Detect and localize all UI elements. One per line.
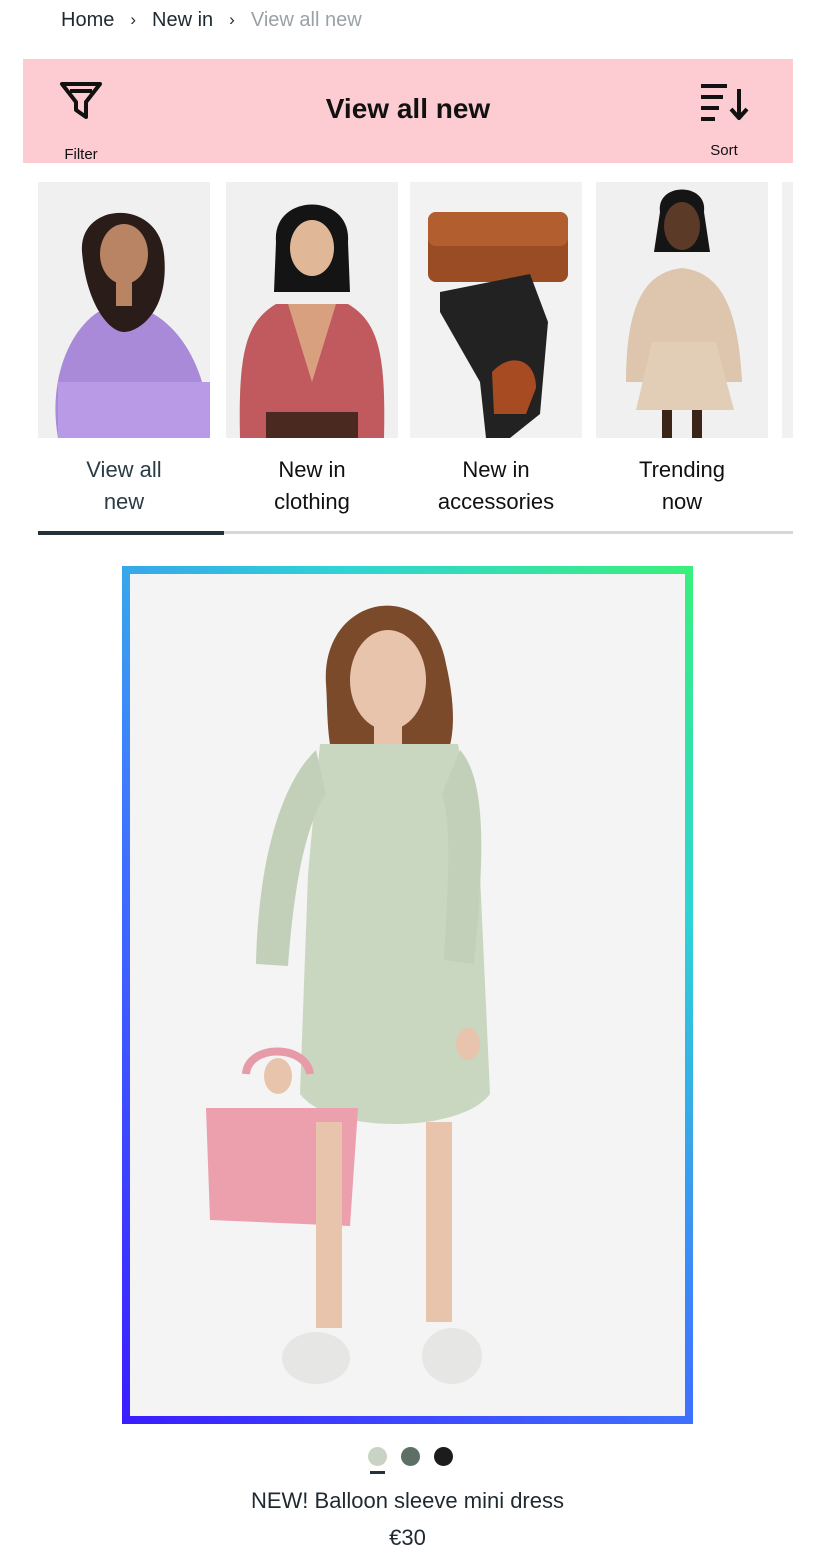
product-card[interactable]: [122, 566, 693, 1424]
breadcrumb-separator: ›: [229, 10, 235, 29]
category-new-in-accessories[interactable]: New in accessories: [410, 182, 582, 518]
swatch-sage[interactable]: [368, 1447, 387, 1474]
category-carousel[interactable]: View all new New in clothing New in acce…: [38, 182, 793, 522]
category-trending-now[interactable]: Trending now: [596, 182, 768, 518]
filter-label: Filter: [64, 146, 98, 163]
swatch-black[interactable]: [434, 1447, 453, 1466]
category-label: New in accessories: [437, 457, 555, 514]
category-next-peek[interactable]: [782, 182, 793, 438]
category-label: New in clothing: [274, 457, 350, 514]
product-price: €30: [389, 1525, 426, 1550]
category-label: Trending now: [638, 457, 725, 514]
sort-arrow-icon: [699, 81, 749, 128]
carousel-scroll-indicator[interactable]: [38, 531, 224, 535]
breadcrumb: Home › New in › View all new: [61, 5, 362, 35]
sort-label: Sort: [710, 142, 738, 159]
sort-button[interactable]: Sort: [694, 81, 754, 159]
category-view-all-new[interactable]: View all new: [38, 182, 210, 518]
breadcrumb-new-in-link[interactable]: New in: [152, 9, 213, 32]
category-image: [38, 182, 210, 438]
category-image: [596, 182, 768, 438]
product-image[interactable]: [130, 574, 685, 1416]
category-label: View all new: [86, 457, 162, 514]
product-name[interactable]: NEW! Balloon sleeve mini dress: [0, 1488, 815, 1514]
breadcrumb-separator: ›: [130, 10, 137, 29]
category-image: [226, 182, 398, 438]
listing-header: Filter View all new Sort: [23, 59, 793, 163]
breadcrumb-current: View all new: [250, 8, 362, 31]
page-title: View all new: [325, 93, 491, 124]
color-swatches: [368, 1447, 453, 1474]
category-image: [410, 182, 582, 438]
carousel-scroll-track[interactable]: [38, 531, 793, 535]
swatch-dark-green[interactable]: [401, 1447, 420, 1466]
category-new-in-clothing[interactable]: New in clothing: [226, 182, 398, 518]
breadcrumb-home-link[interactable]: Home: [61, 9, 114, 32]
